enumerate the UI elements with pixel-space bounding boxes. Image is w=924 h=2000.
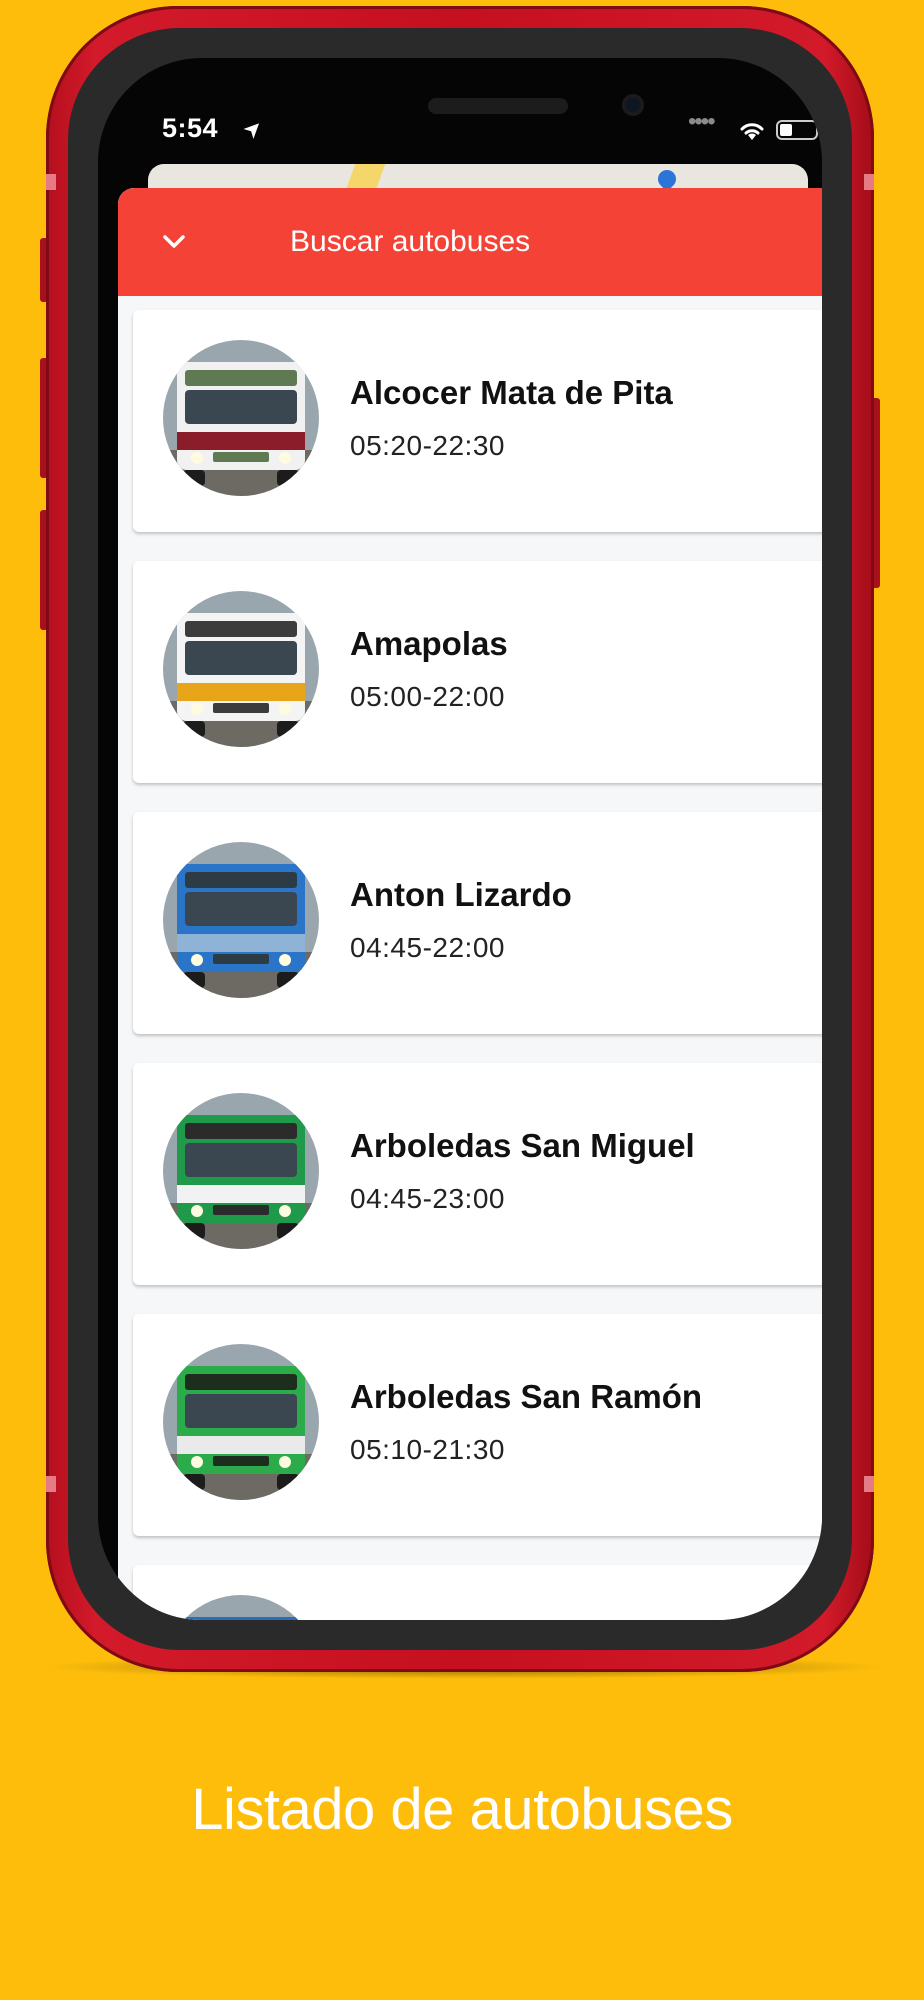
- bus-route-name: Alcocer Mata de Pita: [350, 374, 673, 411]
- bus-photo: [163, 1595, 319, 1620]
- earpiece-speaker: [428, 98, 568, 114]
- bus-route-card[interactable]: Alcocer Mata de Pita 05:20-22:30: [133, 310, 822, 532]
- screen: 5:54 ➤ •••• Buscar autobuses Alcocer Mat…: [98, 58, 822, 1620]
- bus-photo: [163, 842, 319, 998]
- status-time: 5:54: [162, 113, 219, 143]
- bus-photo: [163, 1093, 319, 1249]
- bus-route-card[interactable]: Arboledas San Miguel 04:45-23:00: [133, 1063, 822, 1285]
- bus-photo: [163, 1344, 319, 1500]
- sheet-title: Buscar autobuses: [290, 225, 531, 258]
- antenna-band: [864, 174, 874, 190]
- bus-route-hours: 04:45-22:00: [350, 932, 505, 963]
- location-arrow-icon: ➤: [237, 113, 269, 145]
- bus-route-hours: 05:20-22:30: [350, 430, 505, 461]
- wifi-icon: [740, 123, 764, 140]
- bus-route-hours: 05:00-22:00: [350, 681, 505, 712]
- bus-photo: [163, 340, 319, 496]
- bus-route-hours: 04:45-23:00: [350, 1183, 505, 1214]
- bus-route-card[interactable]: Arboledas San Ramón 05:10-21:30: [133, 1314, 822, 1536]
- bus-route-hours: 05:10-21:30: [350, 1434, 505, 1465]
- phone-frame: 5:54 ➤ •••• Buscar autobuses Alcocer Mat…: [46, 6, 874, 1672]
- promo-caption: Listado de autobuses: [191, 1777, 733, 1842]
- sheet-header: Buscar autobuses: [118, 188, 822, 296]
- bus-search-sheet: Buscar autobuses Alcocer Mata de Pita 05:…: [118, 188, 822, 1620]
- chevron-down-icon[interactable]: [154, 222, 194, 262]
- bus-photo: [163, 591, 319, 747]
- cellular-signal-icon: ••••: [688, 108, 716, 135]
- bus-route-card[interactable]: Azules: [133, 1565, 822, 1620]
- bus-route-name: Arboledas San Ramón: [350, 1378, 703, 1415]
- antenna-band: [864, 1476, 874, 1492]
- battery-level: [780, 124, 792, 136]
- bezel-ring: 5:54 ➤ •••• Buscar autobuses Alcocer Mat…: [68, 28, 852, 1650]
- antenna-band: [46, 1476, 56, 1492]
- antenna-band: [46, 174, 56, 190]
- bus-route-card[interactable]: Anton Lizardo 04:45-22:00: [133, 812, 822, 1034]
- battery-icon: [776, 120, 822, 140]
- bus-route-list[interactable]: Alcocer Mata de Pita 05:20-22:30 Amapolas 0…: [133, 310, 822, 1620]
- bus-route-name: Arboledas San Miguel: [350, 1127, 695, 1164]
- bus-route-name: Amapolas: [350, 625, 508, 662]
- front-camera: [622, 94, 644, 116]
- bus-route-name: Anton Lizardo: [350, 876, 572, 913]
- bus-route-card[interactable]: Amapolas 05:00-22:00: [133, 561, 822, 783]
